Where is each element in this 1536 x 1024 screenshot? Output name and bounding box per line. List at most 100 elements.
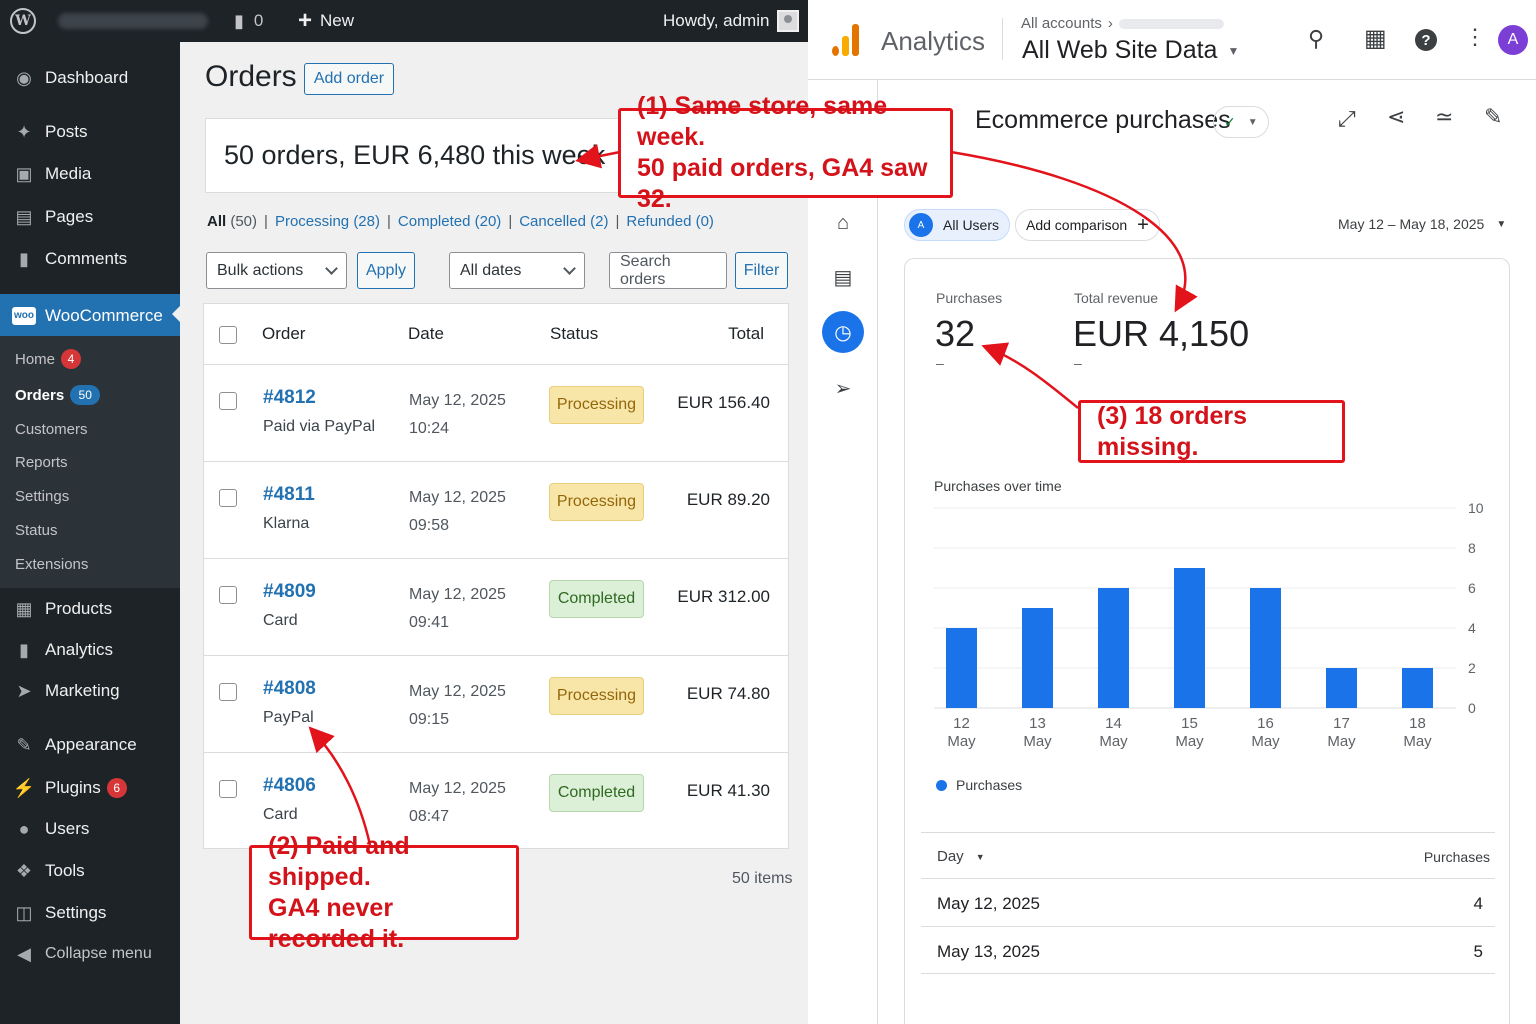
help-icon[interactable]: ?: [1415, 29, 1437, 51]
insights-icon[interactable]: ≃: [1435, 104, 1453, 130]
breadcrumb-label: All accounts: [1021, 15, 1102, 32]
new-content-link[interactable]: + New: [298, 0, 354, 42]
metric-column-header[interactable]: Purchases: [1424, 849, 1490, 865]
expand-icon[interactable]: ⤢: [1338, 106, 1356, 132]
order-link[interactable]: #4812: [263, 387, 316, 409]
admin-sidebar: ◉ Dashboard ✦ Posts ▣ Media ▤ Pages ▮ Comment…: [0, 42, 180, 1024]
search-orders-input[interactable]: Search orders: [609, 252, 727, 289]
bar[interactable]: [1098, 588, 1129, 708]
advertising-icon[interactable]: ➢: [822, 367, 864, 409]
check-circle-icon: ✓: [1224, 113, 1236, 130]
bar[interactable]: [1022, 608, 1053, 708]
site-name[interactable]: [58, 0, 208, 42]
sidebar-item-woocommerce[interactable]: woo WooCommerce: [0, 294, 180, 338]
sidebar-item-label: Products: [45, 599, 113, 618]
explore-icon[interactable]: ◷: [822, 311, 864, 353]
date-range-label: May 12 – May 18, 2025: [1338, 216, 1485, 232]
order-link[interactable]: #4806: [263, 775, 316, 797]
metric-value: EUR 4,150: [1073, 313, 1250, 354]
bar[interactable]: [1402, 668, 1433, 708]
filter-processing[interactable]: Processing (28): [275, 213, 380, 230]
property-selector[interactable]: All Web Site Data ▼: [1022, 36, 1239, 65]
row-checkbox[interactable]: [219, 683, 237, 701]
submenu-orders[interactable]: Orders 50: [15, 383, 101, 407]
submenu-reports[interactable]: Reports: [15, 450, 68, 474]
row-checkbox[interactable]: [219, 489, 237, 507]
sidebar-item-products[interactable]: ▦ Products: [0, 589, 180, 629]
sidebar-item-appearance[interactable]: ✎ Appearance: [0, 725, 180, 765]
account-breadcrumb[interactable]: All accounts ›: [1021, 15, 1224, 32]
settings-icon: ◫: [15, 902, 33, 923]
sidebar-item-settings[interactable]: ◫ Settings: [0, 893, 180, 933]
order-total: EUR 156.40: [677, 393, 770, 412]
add-order-button[interactable]: Add order: [304, 63, 394, 95]
wordpress-logo-icon[interactable]: W: [10, 0, 36, 42]
column-order[interactable]: Order: [262, 304, 305, 364]
order-link[interactable]: #4811: [263, 484, 315, 506]
sidebar-item-tools[interactable]: ❖ Tools: [0, 851, 180, 891]
x-tick-label: May: [947, 733, 976, 750]
apps-grid-icon[interactable]: ▦: [1364, 24, 1387, 53]
dimension-selector[interactable]: Day ▼: [937, 848, 985, 865]
sidebar-item-media[interactable]: ▣ Media: [0, 154, 180, 194]
bulk-actions-select[interactable]: Bulk actions: [206, 252, 347, 289]
bar[interactable]: [1326, 668, 1357, 708]
report-title: Ecommerce purchases: [975, 106, 1231, 134]
row-checkbox[interactable]: [219, 586, 237, 604]
sidebar-item-comments[interactable]: ▮ Comments: [0, 239, 180, 279]
submenu-home[interactable]: Home 4: [15, 347, 82, 371]
reports-icon[interactable]: ▤: [822, 256, 864, 298]
avatar[interactable]: A: [1498, 25, 1528, 55]
report-status-chip[interactable]: ✓ ▼: [1213, 106, 1269, 138]
status-badge: Processing: [549, 483, 644, 521]
column-date[interactable]: Date: [408, 304, 444, 364]
annotation-2-line1: (2) Paid and shipped.: [268, 831, 410, 891]
add-comparison-button[interactable]: Add comparison +: [1015, 209, 1160, 241]
plus-icon: +: [1137, 213, 1149, 236]
comment-bubble-icon: ▮: [234, 10, 244, 31]
bar[interactable]: [1250, 588, 1281, 708]
payment-method: Klarna: [263, 515, 310, 532]
more-vert-icon[interactable]: ⋮: [1464, 24, 1486, 50]
account-menu[interactable]: Howdy, admin: [663, 0, 800, 42]
bar[interactable]: [946, 628, 977, 708]
sidebar-item-plugins[interactable]: ⚡ Plugins 6: [0, 768, 180, 808]
row-checkbox[interactable]: [219, 392, 237, 410]
filter-all[interactable]: All (50): [207, 213, 257, 230]
sidebar-item-users[interactable]: ● Users: [0, 809, 180, 849]
property-name: All Web Site Data: [1022, 36, 1218, 64]
table-row-value: 5: [1473, 942, 1483, 961]
edit-pencil-icon[interactable]: ✎: [1484, 104, 1502, 130]
filter-cancelled[interactable]: Cancelled (2): [519, 213, 608, 230]
sidebar-item-analytics[interactable]: ▮ Analytics: [0, 630, 180, 670]
filter-completed[interactable]: Completed (20): [398, 213, 501, 230]
filter-button[interactable]: Filter: [735, 252, 788, 289]
x-tick-label: May: [1099, 733, 1128, 750]
submenu-label: Orders: [15, 386, 65, 404]
submenu-extensions[interactable]: Extensions: [15, 552, 88, 576]
howdy-text: Howdy, admin: [663, 11, 770, 30]
submenu-status[interactable]: Status: [15, 518, 58, 542]
comments-link[interactable]: ▮ 0: [234, 0, 263, 42]
apply-button[interactable]: Apply: [357, 252, 415, 289]
submenu-customers[interactable]: Customers: [15, 417, 88, 441]
date-range-picker[interactable]: May 12 – May 18, 2025 ▼: [1338, 216, 1506, 232]
row-checkbox[interactable]: [219, 780, 237, 798]
sidebar-item-marketing[interactable]: ➤ Marketing: [0, 671, 180, 711]
search-placeholder: Search orders: [620, 252, 671, 288]
annotation-1-line2: 50 paid orders, GA4 saw 32.: [637, 154, 928, 213]
sidebar-item-dashboard[interactable]: ◉ Dashboard: [0, 58, 180, 98]
sidebar-item-label: WooCommerce: [45, 306, 163, 325]
sidebar-item-posts[interactable]: ✦ Posts: [0, 112, 180, 152]
order-link[interactable]: #4808: [263, 678, 316, 700]
collapse-menu[interactable]: ◀ Collapse menu: [0, 934, 180, 974]
order-link[interactable]: #4809: [263, 581, 316, 603]
search-icon[interactable]: ⚲: [1308, 26, 1324, 52]
submenu-settings[interactable]: Settings: [15, 484, 69, 508]
date-filter-select[interactable]: All dates: [449, 252, 585, 289]
bar[interactable]: [1174, 568, 1205, 708]
share-icon[interactable]: ⋖: [1387, 104, 1405, 130]
select-all-checkbox[interactable]: [219, 326, 237, 344]
filter-refunded[interactable]: Refunded (0): [626, 213, 714, 230]
sidebar-item-pages[interactable]: ▤ Pages: [0, 197, 180, 237]
